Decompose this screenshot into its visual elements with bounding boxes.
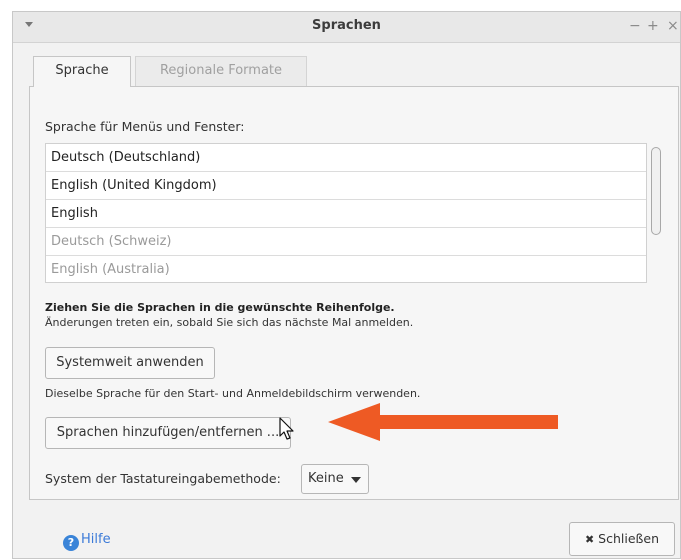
- apply-systemwide-button[interactable]: Systemweit anwenden: [45, 347, 215, 379]
- language-list[interactable]: Deutsch (Deutschland) English (United Ki…: [45, 143, 647, 283]
- relogin-hint: Änderungen treten ein, sobald Sie sich d…: [45, 316, 414, 329]
- close-window-button[interactable]: ×: [667, 17, 679, 35]
- list-item[interactable]: Deutsch (Deutschland): [46, 144, 646, 172]
- list-item[interactable]: English (United Kingdom): [46, 172, 646, 200]
- input-method-value: Keine: [308, 471, 344, 486]
- help-link[interactable]: ? Hilfe: [63, 532, 111, 551]
- close-button[interactable]: ✖ Schließen: [569, 522, 675, 556]
- window-title: Sprachen: [312, 18, 381, 33]
- maximize-button[interactable]: +: [647, 17, 659, 35]
- add-remove-languages-button[interactable]: Sprachen hinzufügen/entfernen ...: [45, 417, 291, 449]
- input-method-label: System der Tastatureingabemethode:: [45, 471, 281, 486]
- tab-sprache[interactable]: Sprache: [33, 56, 131, 87]
- help-label: Hilfe: [81, 532, 111, 547]
- dialog-footer: ? Hilfe ✖ Schließen: [13, 502, 681, 560]
- close-x-icon: ✖: [584, 533, 595, 546]
- reorder-hint: Ziehen Sie die Sprachen in die gewünscht…: [45, 301, 395, 314]
- titlebar: Sprachen − + ×: [13, 12, 680, 43]
- list-item[interactable]: English: [46, 200, 646, 228]
- annotation-arrow-icon: [328, 403, 558, 441]
- list-item[interactable]: Deutsch (Schweiz): [46, 228, 646, 256]
- close-label: Schließen: [598, 531, 660, 546]
- input-method-dropdown[interactable]: Keine: [301, 464, 369, 494]
- scrollbar-thumb[interactable]: [651, 147, 661, 235]
- chevron-down-icon: [351, 477, 361, 483]
- languages-window: Sprachen − + × Sprache Regionale Formate…: [12, 11, 681, 559]
- list-item[interactable]: English (Australia): [46, 256, 646, 282]
- tab-regionale-formate[interactable]: Regionale Formate: [135, 56, 307, 86]
- apply-systemwide-note: Dieselbe Sprache für den Start- und Anme…: [45, 387, 421, 400]
- minimize-button[interactable]: −: [629, 17, 641, 35]
- language-list-label: Sprache für Menüs und Fenster:: [45, 119, 245, 134]
- mouse-cursor-icon: [279, 417, 294, 440]
- list-scrollbar[interactable]: [648, 144, 664, 284]
- help-icon: ?: [63, 535, 79, 551]
